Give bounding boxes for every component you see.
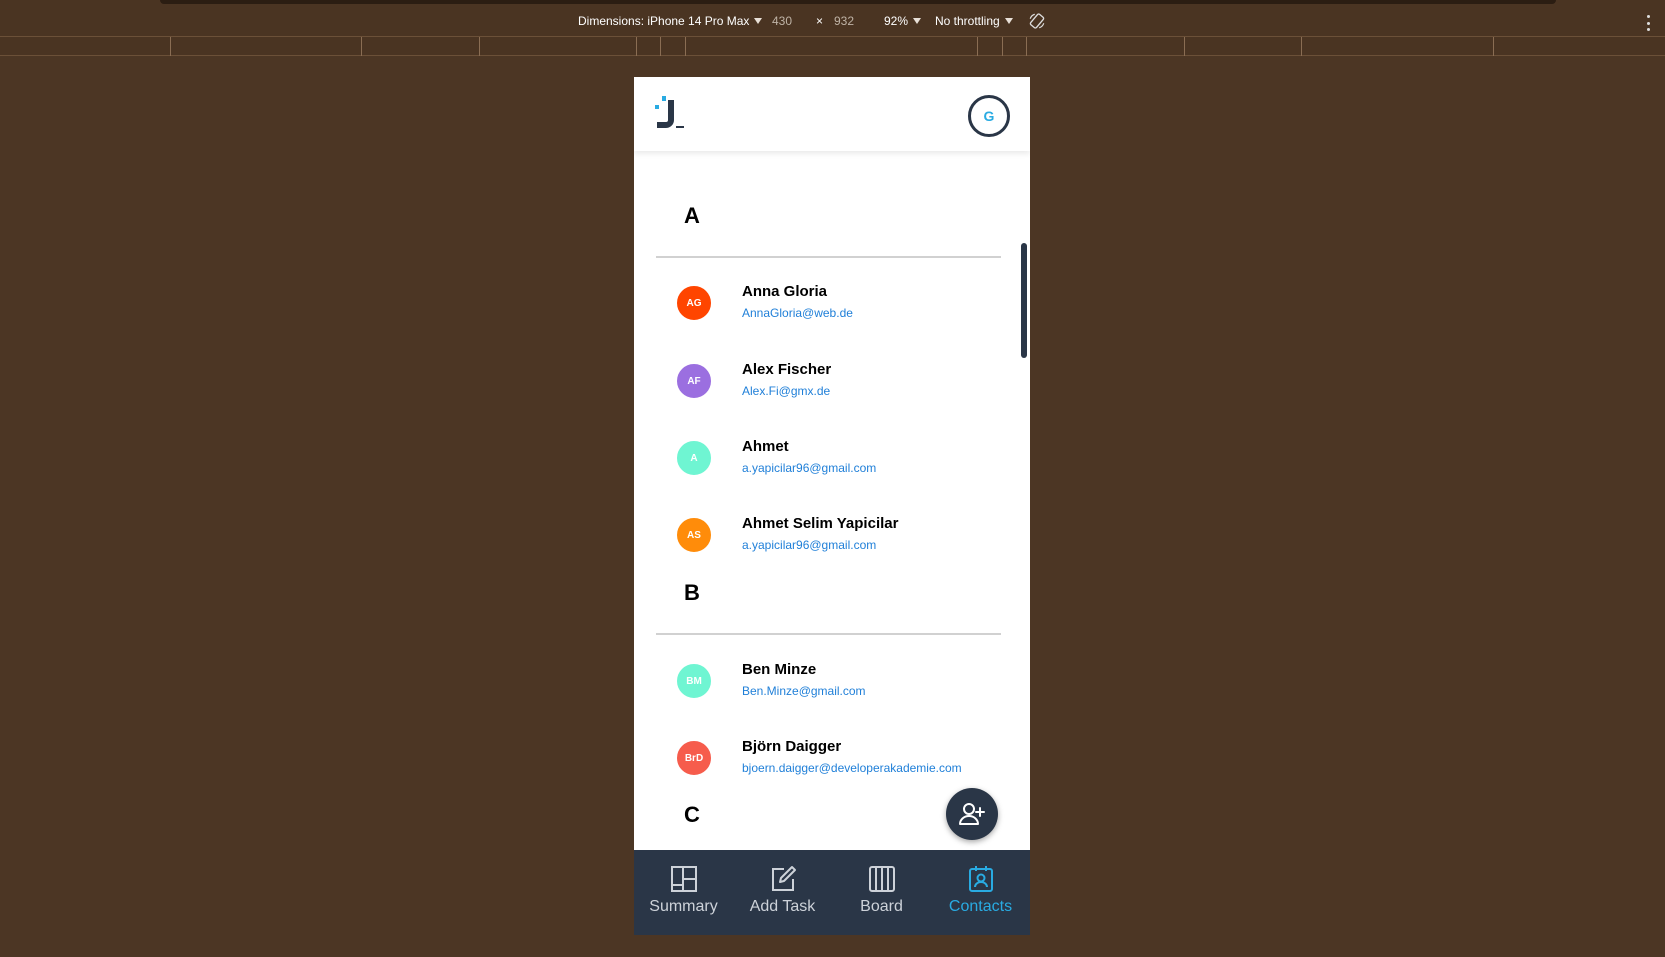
contact-avatar: AF [676, 363, 712, 399]
contact-avatar: A [676, 440, 712, 476]
contact-ahmet[interactable]: A Ahmet a.yapicilar96@gmail.com [654, 428, 994, 488]
width-input[interactable]: 430 [772, 14, 792, 28]
device-label: Dimensions: iPhone 14 Pro Max [578, 14, 750, 28]
contact-name: Ahmet [742, 438, 789, 455]
contact-avatar: BM [676, 663, 712, 699]
device-viewport: G A AG Anna Gloria AnnaGloria@web.de AF … [634, 77, 1030, 935]
contact-alex-fischer[interactable]: AF Alex Fischer Alex.Fi@gmx.de [654, 351, 994, 411]
contact-email: a.yapicilar96@gmail.com [742, 461, 877, 475]
zoom-dropdown[interactable]: 92% [884, 14, 922, 28]
nav-label: Board [860, 898, 903, 915]
contact-anna-gloria[interactable]: AG Anna Gloria AnnaGloria@web.de [654, 273, 994, 333]
contact-email: bjoern.daigger@developerakademie.com [742, 761, 962, 775]
contact-email: a.yapicilar96@gmail.com [742, 538, 877, 552]
device-dropdown[interactable]: Dimensions: iPhone 14 Pro Max [578, 14, 763, 28]
contact-name: Ben Minze [742, 661, 817, 678]
more-options-icon[interactable] [1647, 15, 1651, 31]
add-task-icon [771, 866, 796, 891]
summary-icon [670, 866, 697, 892]
nav-summary[interactable]: Summary [634, 850, 733, 935]
contact-avatar: AS [676, 517, 712, 553]
nav-label: Add Task [749, 898, 816, 915]
devtools-toolbar: Dimensions: iPhone 14 Pro Max 430 × 932 … [0, 0, 1665, 37]
chevron-down-icon [913, 18, 922, 24]
section-letter-c: C [684, 802, 700, 827]
section-letter-a: A [684, 203, 700, 228]
board-icon [868, 866, 895, 892]
media-query-ruler[interactable] [0, 37, 1665, 56]
times-sign: × [816, 14, 824, 28]
throttling-dropdown[interactable]: No throttling [935, 14, 1013, 28]
section-divider [656, 633, 1001, 635]
contact-email: AnnaGloria@web.de [742, 306, 853, 320]
add-person-icon [959, 803, 985, 825]
contact-name: Anna Gloria [742, 283, 828, 300]
chevron-down-icon [1004, 18, 1013, 24]
section-letter-b: B [684, 580, 700, 605]
contact-ben-minze[interactable]: BM Ben Minze Ben.Minze@gmail.com [654, 651, 994, 711]
nav-label: Summary [649, 898, 718, 915]
rotate-button[interactable] [1028, 12, 1046, 30]
add-contact-button[interactable] [946, 788, 998, 840]
contacts-icon [968, 866, 993, 892]
rotate-icon [1029, 13, 1045, 29]
zoom-label: 92% [884, 14, 909, 28]
contact-bjoern-daigger[interactable]: BrD Björn Daigger bjoern.daigger@develop… [654, 728, 994, 788]
nav-label: Contacts [948, 898, 1013, 915]
contact-name: Björn Daigger [742, 738, 842, 755]
bottom-navigation: Summary Add Task Board Contacts [634, 850, 1030, 935]
app-header: G [634, 77, 1030, 151]
contact-email: Ben.Minze@gmail.com [742, 684, 866, 698]
nav-contacts[interactable]: Contacts [931, 850, 1030, 935]
nav-board[interactable]: Board [832, 850, 931, 935]
chevron-down-icon [754, 18, 763, 24]
throttling-label: No throttling [935, 14, 1000, 28]
user-avatar[interactable]: G [968, 95, 1010, 137]
height-input[interactable]: 932 [834, 14, 854, 28]
join-logo-icon [655, 96, 684, 128]
nav-add-task[interactable]: Add Task [733, 850, 832, 935]
contact-email: Alex.Fi@gmx.de [742, 384, 831, 398]
contact-name: Ahmet Selim Yapicilar [742, 515, 899, 532]
contact-name: Alex Fischer [742, 361, 832, 378]
contact-avatar: BrD [676, 740, 712, 776]
scrollbar[interactable] [1021, 243, 1027, 358]
contact-avatar: AG [676, 285, 712, 321]
contact-ahmet-selim-yapicilar[interactable]: AS Ahmet Selim Yapicilar a.yapicilar96@g… [654, 505, 994, 565]
toolbar-strip [160, 0, 1556, 4]
section-divider [656, 256, 1001, 258]
